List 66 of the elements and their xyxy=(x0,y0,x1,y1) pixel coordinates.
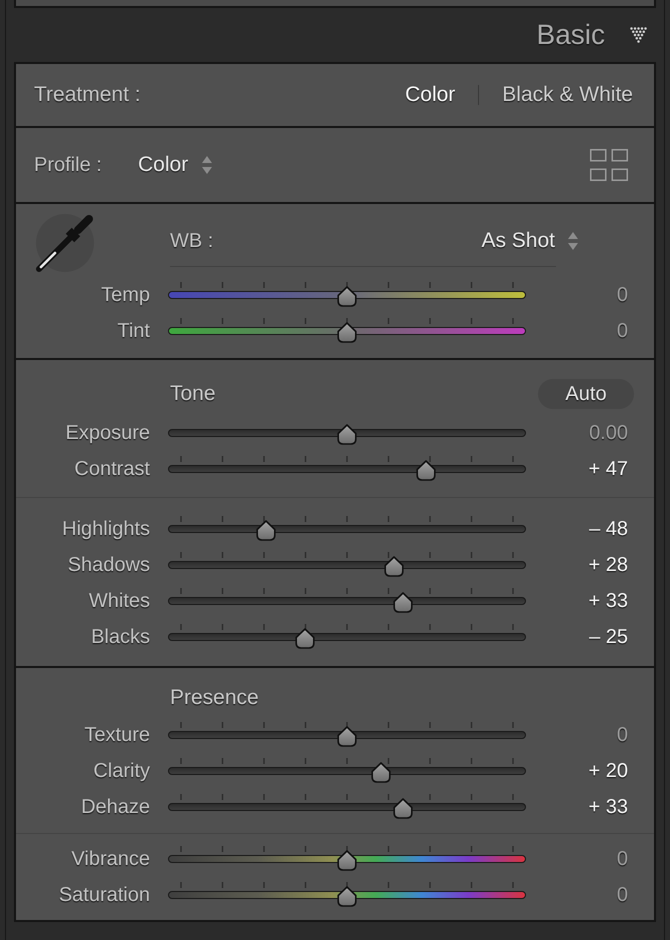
slider-label: Temp xyxy=(100,283,150,307)
slider-value: + 20 xyxy=(588,759,628,783)
slider-label: Dehaze xyxy=(80,795,150,819)
slider-label: Clarity xyxy=(92,759,150,783)
slider-label: Whites xyxy=(88,589,150,613)
profile-label: Profile : xyxy=(34,153,103,178)
slider-thumb[interactable] xyxy=(337,726,357,747)
slider-thumb[interactable] xyxy=(294,628,315,649)
slider-value: 0.00 xyxy=(589,421,628,445)
grid-icon[interactable] xyxy=(590,149,628,181)
slider-track[interactable] xyxy=(168,456,526,482)
up-down-arrows-icon xyxy=(202,156,212,174)
profile-select[interactable]: Color xyxy=(138,152,212,178)
slider-label: Tint xyxy=(116,319,150,343)
slider-value: 0 xyxy=(616,319,628,343)
slider-track[interactable] xyxy=(168,516,526,542)
slider-track[interactable] xyxy=(168,318,526,344)
wb-label: WB : xyxy=(170,229,214,254)
treatment-label: Treatment : xyxy=(34,82,141,108)
slider-thumb[interactable] xyxy=(392,798,413,819)
panel-title: Basic xyxy=(536,19,605,51)
wb-select[interactable]: As Shot xyxy=(481,229,578,253)
slider-label: Contrast xyxy=(73,457,150,481)
slider-track[interactable] xyxy=(168,282,526,308)
slider-track[interactable] xyxy=(168,588,526,614)
slider-thumb[interactable] xyxy=(384,556,404,577)
slider-track[interactable] xyxy=(168,882,526,908)
treatment-option[interactable]: Black & White xyxy=(502,82,633,108)
slider-value: 0 xyxy=(616,883,628,907)
slider-track[interactable] xyxy=(168,552,526,578)
slider-thumb[interactable] xyxy=(370,762,391,783)
slider-thumb[interactable] xyxy=(416,460,436,481)
slider-thumb[interactable] xyxy=(337,286,357,307)
slider-thumb[interactable] xyxy=(337,886,357,907)
slider-track[interactable] xyxy=(168,846,526,872)
slider-track[interactable] xyxy=(168,624,526,650)
slider-label: Highlights xyxy=(61,517,150,541)
slider-value: 0 xyxy=(616,847,628,871)
slider-value: + 33 xyxy=(588,589,628,613)
treatment-option[interactable]: Color xyxy=(405,82,456,108)
slider-value: + 33 xyxy=(588,795,628,819)
slider-label: Saturation xyxy=(58,883,150,907)
triangle-icon[interactable] xyxy=(630,27,647,43)
slider-label: Texture xyxy=(83,723,150,747)
section-title: Tone xyxy=(170,381,216,408)
slider-label: Blacks xyxy=(90,625,150,649)
slider-value: – 48 xyxy=(589,517,628,541)
slider-thumb[interactable] xyxy=(337,850,357,871)
slider-value: 0 xyxy=(616,723,628,747)
up-down-arrows-icon xyxy=(568,232,578,250)
slider-track[interactable] xyxy=(168,722,526,748)
slider-value: + 47 xyxy=(588,457,628,481)
slider-track[interactable] xyxy=(168,794,526,820)
slider-thumb[interactable] xyxy=(256,520,276,541)
slider-thumb[interactable] xyxy=(392,592,413,613)
slider-thumb[interactable] xyxy=(337,322,357,343)
slider-value: – 25 xyxy=(589,625,628,649)
slider-value: + 28 xyxy=(588,553,628,577)
auto-button[interactable]: Auto xyxy=(538,379,634,409)
slider-label: Exposure xyxy=(64,421,150,445)
section-title: Presence xyxy=(170,685,259,712)
slider-track[interactable] xyxy=(168,758,526,784)
slider-label: Vibrance xyxy=(70,847,150,871)
slider-label: Shadows xyxy=(66,553,150,577)
slider-thumb[interactable] xyxy=(337,424,357,445)
slider-value: 0 xyxy=(616,283,628,307)
